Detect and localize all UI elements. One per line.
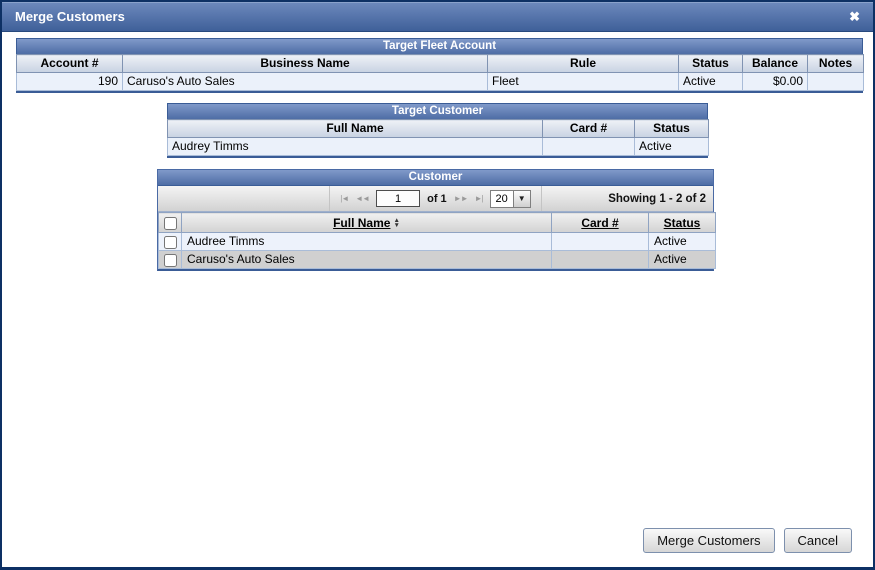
customer-grid-table: Full Name▲▼ Card # Status Audree Timms bbox=[158, 212, 716, 269]
dialog-title: Merge Customers bbox=[15, 9, 125, 24]
pager-last-icon[interactable]: ►| bbox=[475, 195, 483, 203]
row-checkbox[interactable] bbox=[164, 254, 177, 267]
cell-full-name: Caruso's Auto Sales bbox=[182, 251, 552, 269]
merge-customers-dialog: Merge Customers ✖ Target Fleet Account A… bbox=[0, 0, 875, 570]
cell-notes bbox=[808, 73, 864, 91]
showing-label: Showing 1 - 2 of 2 bbox=[608, 193, 706, 205]
col-business-name: Business Name bbox=[123, 55, 488, 73]
table-row[interactable]: Audree Timms Active bbox=[159, 233, 716, 251]
cell-full-name: Audrey Timms bbox=[168, 138, 543, 156]
close-icon[interactable]: ✖ bbox=[849, 10, 860, 23]
cell-business-name: Caruso's Auto Sales bbox=[123, 73, 488, 91]
header-row: Account # Business Name Rule Status Bala… bbox=[17, 55, 864, 73]
chevron-down-icon: ▼ bbox=[513, 191, 530, 207]
col-status-label[interactable]: Status bbox=[664, 216, 701, 230]
target-customer-panel: Target Customer Full Name Card # Status … bbox=[167, 103, 708, 158]
cell-full-name: Audree Timms bbox=[182, 233, 552, 251]
cell-rule: Fleet bbox=[488, 73, 679, 91]
table-row: 190 Caruso's Auto Sales Fleet Active $0.… bbox=[17, 73, 864, 91]
sort-icon: ▲▼ bbox=[393, 218, 399, 228]
dialog-titlebar: Merge Customers ✖ bbox=[2, 2, 873, 32]
footer-actions: Merge Customers Cancel bbox=[643, 528, 852, 553]
col-full-name-label[interactable]: Full Name bbox=[333, 216, 390, 230]
pager-controls: |◄ ◄◄ of 1 ►► ►| 20 ▼ bbox=[329, 186, 542, 211]
page-size-value: 20 bbox=[491, 193, 513, 205]
col-card-label[interactable]: Card # bbox=[581, 216, 618, 230]
cell-card bbox=[543, 138, 635, 156]
page-size-select[interactable]: 20 ▼ bbox=[490, 190, 531, 208]
cell-card bbox=[552, 251, 649, 269]
row-select-cell bbox=[159, 233, 182, 251]
col-card-sortable[interactable]: Card # bbox=[552, 213, 649, 233]
col-account: Account # bbox=[17, 55, 123, 73]
page-number-input[interactable] bbox=[376, 190, 420, 207]
customer-grid-panel: Customer |◄ ◄◄ of 1 ►► ►| 20 ▼ Showing 1… bbox=[157, 169, 714, 271]
target-fleet-account-panel: Target Fleet Account Account # Business … bbox=[16, 38, 863, 93]
customer-grid-title: Customer bbox=[158, 170, 713, 186]
cell-balance: $0.00 bbox=[743, 73, 808, 91]
row-checkbox[interactable] bbox=[164, 236, 177, 249]
target-customer-title: Target Customer bbox=[167, 103, 708, 119]
col-rule: Rule bbox=[488, 55, 679, 73]
col-status-sortable[interactable]: Status bbox=[649, 213, 716, 233]
col-balance: Balance bbox=[743, 55, 808, 73]
cell-status: Active bbox=[649, 233, 716, 251]
col-status: Status bbox=[635, 120, 709, 138]
header-row: Full Name Card # Status bbox=[168, 120, 709, 138]
col-full-name-sortable[interactable]: Full Name▲▼ bbox=[182, 213, 552, 233]
col-notes: Notes bbox=[808, 55, 864, 73]
row-select-cell bbox=[159, 251, 182, 269]
cancel-button[interactable]: Cancel bbox=[784, 528, 852, 553]
col-full-name: Full Name bbox=[168, 120, 543, 138]
target-fleet-account-table: Account # Business Name Rule Status Bala… bbox=[16, 54, 864, 91]
cell-status: Active bbox=[649, 251, 716, 269]
pager-prev-icon[interactable]: ◄◄ bbox=[355, 195, 369, 203]
pager-first-icon[interactable]: |◄ bbox=[340, 195, 348, 203]
header-row: Full Name▲▼ Card # Status bbox=[159, 213, 716, 233]
dialog-content: Target Fleet Account Account # Business … bbox=[2, 32, 873, 566]
select-all-header bbox=[159, 213, 182, 233]
target-customer-table: Full Name Card # Status Audrey Timms Act… bbox=[167, 119, 709, 156]
cell-card bbox=[552, 233, 649, 251]
table-row: Audrey Timms Active bbox=[168, 138, 709, 156]
target-fleet-account-title: Target Fleet Account bbox=[16, 38, 863, 54]
cell-status: Active bbox=[679, 73, 743, 91]
col-card: Card # bbox=[543, 120, 635, 138]
table-row[interactable]: Caruso's Auto Sales Active bbox=[159, 251, 716, 269]
cell-account: 190 bbox=[17, 73, 123, 91]
merge-customers-button[interactable]: Merge Customers bbox=[643, 528, 774, 553]
col-status: Status bbox=[679, 55, 743, 73]
cell-status: Active bbox=[635, 138, 709, 156]
pager-toolbar: |◄ ◄◄ of 1 ►► ►| 20 ▼ Showing 1 - 2 of 2 bbox=[158, 186, 713, 212]
select-all-checkbox[interactable] bbox=[164, 217, 177, 230]
page-of-label: of 1 bbox=[427, 193, 447, 205]
pager-next-icon[interactable]: ►► bbox=[454, 195, 468, 203]
